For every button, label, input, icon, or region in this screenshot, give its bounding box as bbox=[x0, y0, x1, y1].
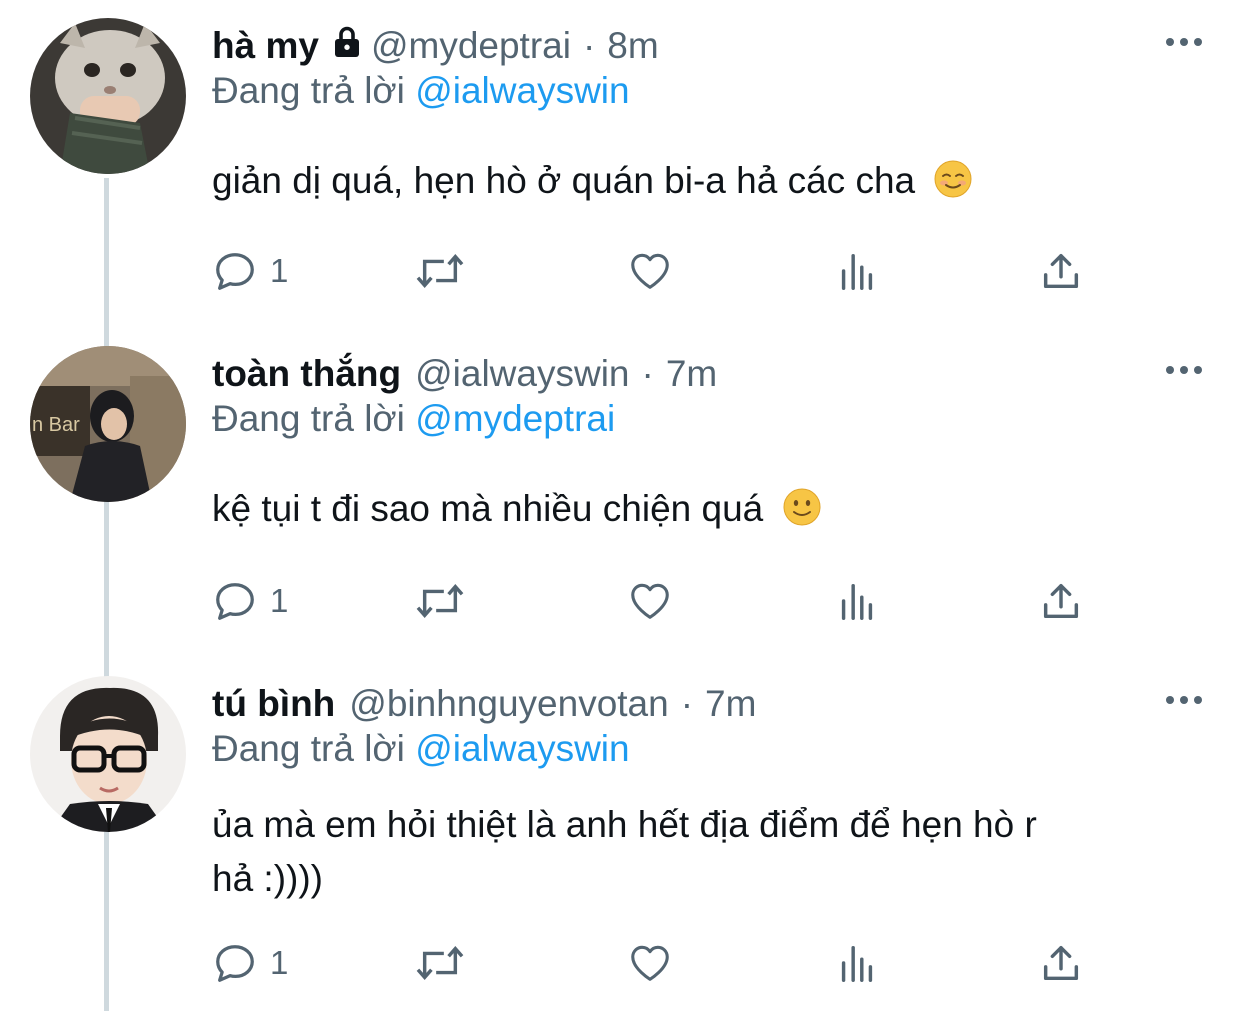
heart-icon bbox=[631, 945, 669, 981]
display-name[interactable]: hà my bbox=[212, 25, 319, 67]
retweet-icon bbox=[416, 584, 464, 618]
reply-icon bbox=[216, 945, 254, 982]
heart-icon bbox=[631, 253, 669, 289]
retweet-icon bbox=[416, 946, 464, 980]
user-handle[interactable]: @ialwayswin bbox=[415, 353, 629, 395]
tweet-2[interactable]: n Bar toàn thắng @ialwayswin · 7m Đang t… bbox=[0, 346, 1242, 646]
analytics-button[interactable] bbox=[834, 576, 880, 626]
tweet-text-content: kệ tụi t đi sao mà nhiều chiện quá bbox=[212, 488, 764, 529]
tweet-1[interactable]: hà my @mydeptrai · 8m Đang trả lời @ialw… bbox=[0, 18, 1242, 318]
tweet-actions: 1 bbox=[212, 576, 1112, 626]
tweet-actions: 1 bbox=[212, 246, 1112, 296]
reply-count: 1 bbox=[270, 944, 289, 981]
slight-smile-icon bbox=[782, 487, 822, 542]
replying-prefix: Đang trả lời bbox=[212, 70, 405, 111]
tweet-text-line: ủa mà em hỏi thiệt là anh hết địa điểm đ… bbox=[212, 804, 1037, 845]
analytics-icon bbox=[841, 945, 873, 982]
analytics-icon bbox=[841, 253, 873, 290]
like-button[interactable] bbox=[625, 576, 675, 626]
smiling-face-icon bbox=[933, 159, 973, 214]
replying-prefix: Đang trả lời bbox=[212, 398, 405, 439]
more-options-icon[interactable] bbox=[1166, 38, 1202, 46]
analytics-button[interactable] bbox=[834, 246, 880, 296]
tweet-text: kệ tụi t đi sao mà nhiều chiện quá bbox=[212, 482, 1212, 542]
like-button[interactable] bbox=[625, 938, 675, 988]
heart-icon bbox=[631, 583, 669, 619]
more-options-icon[interactable] bbox=[1166, 696, 1202, 704]
separator-dot: · bbox=[582, 25, 596, 66]
reply-mention-link[interactable]: @ialwayswin bbox=[415, 728, 629, 769]
tweet-text: giản dị quá, hẹn hò ở quán bi-a hả các c… bbox=[212, 154, 1212, 214]
tweet-text-content: giản dị quá, hẹn hò ở quán bi-a hả các c… bbox=[212, 160, 916, 201]
share-icon bbox=[1043, 583, 1079, 619]
timestamp[interactable]: 7m bbox=[705, 683, 756, 725]
retweet-button[interactable] bbox=[412, 246, 468, 296]
tweet-header: hà my @mydeptrai · 8m bbox=[212, 18, 659, 74]
share-icon bbox=[1043, 253, 1079, 289]
reply-count: 1 bbox=[270, 252, 289, 289]
analytics-button[interactable] bbox=[834, 938, 880, 988]
share-icon bbox=[1043, 945, 1079, 981]
tweet-text: ủa mà em hỏi thiệt là anh hết địa điểm đ… bbox=[212, 798, 1212, 906]
separator-dot: · bbox=[680, 683, 694, 724]
reply-button[interactable]: 1 bbox=[212, 576, 288, 626]
reply-icon bbox=[216, 253, 254, 290]
like-button[interactable] bbox=[625, 246, 675, 296]
timestamp[interactable]: 8m bbox=[607, 25, 658, 67]
replying-to: Đang trả lời @ialwayswin bbox=[212, 70, 630, 112]
lock-icon bbox=[329, 24, 365, 69]
tweet-text-line: hả :)))) bbox=[212, 858, 323, 899]
reply-mention-link[interactable]: @mydeptrai bbox=[415, 398, 615, 439]
avatar[interactable] bbox=[30, 676, 186, 832]
share-button[interactable] bbox=[1038, 246, 1084, 296]
tweet-header: tú bình @binhnguyenvotan · 7m bbox=[212, 676, 756, 732]
reply-icon bbox=[216, 583, 254, 620]
replying-to: Đang trả lời @mydeptrai bbox=[212, 398, 615, 440]
tweet-header: toàn thắng @ialwayswin · 7m bbox=[212, 346, 717, 402]
reply-button[interactable]: 1 bbox=[212, 246, 288, 296]
tweet-3[interactable]: tú bình @binhnguyenvotan · 7m Đang trả l… bbox=[0, 676, 1242, 1011]
retweet-icon bbox=[416, 254, 464, 288]
avatar[interactable]: n Bar bbox=[30, 346, 186, 502]
analytics-icon bbox=[841, 583, 873, 620]
timestamp[interactable]: 7m bbox=[666, 353, 717, 395]
reply-count: 1 bbox=[270, 582, 289, 619]
reply-mention-link[interactable]: @ialwayswin bbox=[415, 70, 629, 111]
share-button[interactable] bbox=[1038, 938, 1084, 988]
reply-button[interactable]: 1 bbox=[212, 938, 288, 988]
replying-to: Đang trả lời @ialwayswin bbox=[212, 728, 630, 770]
user-handle[interactable]: @binhnguyenvotan bbox=[349, 683, 668, 725]
more-options-icon[interactable] bbox=[1166, 366, 1202, 374]
svg-text:n Bar: n Bar bbox=[32, 414, 80, 436]
retweet-button[interactable] bbox=[412, 938, 468, 988]
replying-prefix: Đang trả lời bbox=[212, 728, 405, 769]
share-button[interactable] bbox=[1038, 576, 1084, 626]
avatar[interactable] bbox=[30, 18, 186, 174]
display-name[interactable]: tú bình bbox=[212, 683, 335, 725]
tweet-actions: 1 bbox=[212, 938, 1112, 988]
display-name[interactable]: toàn thắng bbox=[212, 353, 401, 395]
separator-dot: · bbox=[641, 353, 654, 394]
user-handle[interactable]: @mydeptrai bbox=[371, 25, 571, 67]
retweet-button[interactable] bbox=[412, 576, 468, 626]
